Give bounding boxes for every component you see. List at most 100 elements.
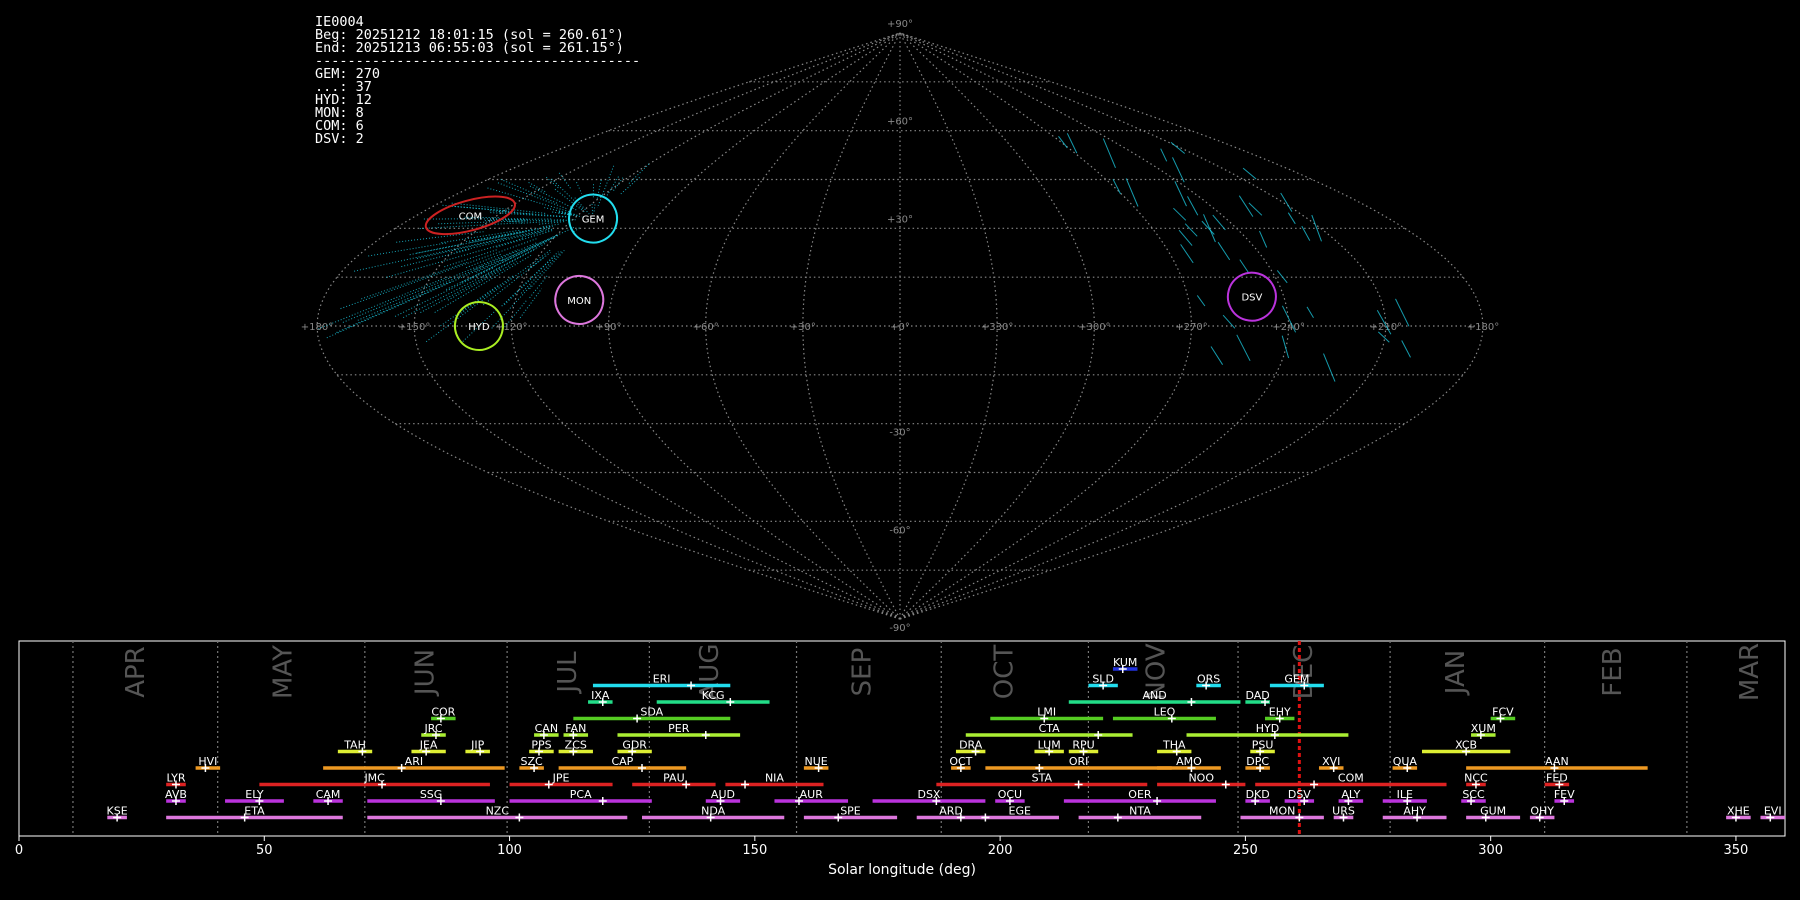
meteor-trail bbox=[539, 221, 566, 225]
shower-label: EHY bbox=[1269, 706, 1291, 719]
shower-label: DSX bbox=[917, 788, 940, 801]
shower-label: KUM bbox=[1113, 656, 1137, 669]
shower-dpc: DPC bbox=[1245, 755, 1270, 772]
month-label: JAN bbox=[1441, 650, 1471, 696]
month-label: MAR bbox=[1735, 643, 1765, 701]
shower-label: GUM bbox=[1480, 805, 1506, 818]
shower-label: DAD bbox=[1246, 689, 1270, 702]
shower-activity-chart: APR MAY JUN JUL AUG SEP OCT NOV DEC JAN FEB MARKUME… bbox=[15, 640, 1786, 878]
meteor-trail bbox=[1174, 181, 1187, 207]
meteor-trail bbox=[519, 288, 543, 319]
meteor-trail bbox=[1160, 148, 1168, 162]
latitude-label: +60° bbox=[887, 117, 913, 128]
shower-xum: XUM bbox=[1471, 722, 1496, 739]
shower-label: COM bbox=[1338, 772, 1364, 785]
meteor-trail bbox=[1210, 346, 1224, 365]
meteor-trail bbox=[1238, 195, 1254, 217]
meteor-trail bbox=[385, 237, 524, 278]
meteor-trail bbox=[1066, 133, 1078, 154]
meteor-trail bbox=[394, 266, 495, 317]
shower-kse: KSE bbox=[107, 805, 128, 822]
shower-label: IXA bbox=[591, 689, 610, 702]
shower-label: AAN bbox=[1545, 755, 1569, 768]
longitude-label: +60° bbox=[693, 322, 719, 333]
shower-label: RPU bbox=[1072, 739, 1094, 752]
meteor-trail bbox=[401, 248, 471, 268]
month-label: SEP bbox=[847, 648, 877, 697]
meteor-trail bbox=[368, 242, 448, 257]
shower-ixa: IXA bbox=[588, 689, 613, 706]
radiant-gem: GEM bbox=[568, 193, 619, 244]
shower-label: NCC bbox=[1464, 772, 1488, 785]
longitude-label: +180° bbox=[301, 322, 333, 333]
meteor-trail bbox=[1125, 178, 1139, 207]
meteor-trail bbox=[558, 172, 572, 190]
shower-fed: FED bbox=[1544, 772, 1570, 789]
meteor-trail bbox=[1236, 334, 1251, 362]
meteor-trail bbox=[542, 223, 560, 228]
shower-label: OCT bbox=[949, 755, 972, 768]
longitude-label: +270° bbox=[1175, 322, 1207, 333]
shower-rpu: RPU bbox=[1068, 739, 1099, 756]
shower-label: AND bbox=[1143, 689, 1167, 702]
meteor-trail bbox=[336, 280, 453, 333]
shower-szc: SZC bbox=[519, 755, 544, 772]
shower-label: ARD bbox=[939, 805, 963, 818]
shower-label: ILE bbox=[1397, 788, 1413, 801]
shower-label: LYR bbox=[166, 772, 185, 785]
longitude-label: +330° bbox=[981, 322, 1013, 333]
shower-cor: COR bbox=[431, 706, 456, 723]
shower-label: CAN bbox=[535, 722, 558, 735]
meteor-trail bbox=[484, 219, 528, 222]
shower-label: JRC bbox=[424, 722, 443, 735]
shower-label: PAU bbox=[663, 772, 685, 785]
shower-label: AVB bbox=[165, 788, 187, 801]
shower-label: PCA bbox=[570, 788, 592, 801]
shower-label: JMC bbox=[363, 772, 385, 785]
x-tick-label: 250 bbox=[1233, 843, 1258, 858]
shower-lum: LUM bbox=[1034, 739, 1064, 756]
month-label: APR bbox=[121, 646, 151, 698]
longitude-label: +90° bbox=[595, 322, 621, 333]
shower-ncc: NCC bbox=[1464, 772, 1488, 789]
shower-label: SPE bbox=[840, 805, 861, 818]
radiant-label: COM bbox=[459, 211, 482, 222]
shower-dkd: DKD bbox=[1245, 788, 1270, 805]
shower-label: EVI bbox=[1764, 805, 1782, 818]
shower-label: ELY bbox=[245, 788, 264, 801]
shower-label: AHY bbox=[1403, 805, 1426, 818]
latitude-label: +90° bbox=[887, 19, 913, 30]
shower-label: SLD bbox=[1092, 673, 1114, 686]
shower-label: LEO bbox=[1154, 706, 1176, 719]
shower-label: COR bbox=[431, 706, 455, 719]
meteor-trail bbox=[554, 188, 585, 213]
meteor-trail bbox=[1280, 192, 1293, 212]
meteor-trail bbox=[528, 252, 551, 270]
shower-label: PER bbox=[668, 722, 690, 735]
shower-label: EGE bbox=[1009, 805, 1031, 818]
shower-label: NDA bbox=[701, 805, 726, 818]
meteor-trail bbox=[1401, 340, 1411, 358]
shower-label: CAM bbox=[316, 788, 341, 801]
meteor-trail bbox=[1217, 241, 1231, 261]
shower-hvi: HVI bbox=[195, 755, 221, 772]
shower-label: SZC bbox=[521, 755, 544, 768]
latitude-label: -90° bbox=[889, 623, 910, 634]
shower-label: STA bbox=[1032, 772, 1053, 785]
shower-label: NUE bbox=[805, 755, 828, 768]
shower-sld: SLD bbox=[1088, 673, 1118, 690]
shower-label: KSE bbox=[107, 805, 128, 818]
shower-label: JPE bbox=[552, 772, 570, 785]
shower-label: AUR bbox=[800, 788, 824, 801]
shower-label: DSV bbox=[1288, 788, 1311, 801]
meteor-trail bbox=[591, 203, 594, 215]
latitude-label: -60° bbox=[889, 525, 910, 536]
shower-dra: DRA bbox=[955, 739, 986, 756]
shower-label: PPS bbox=[531, 739, 551, 752]
shower-label: XUM bbox=[1471, 722, 1496, 735]
month-label: JUN bbox=[411, 649, 441, 697]
meteor-trail bbox=[1102, 138, 1116, 168]
longitude-label: +150° bbox=[398, 322, 430, 333]
meteor-trail bbox=[1323, 353, 1336, 382]
shower-label: PSU bbox=[1252, 739, 1274, 752]
